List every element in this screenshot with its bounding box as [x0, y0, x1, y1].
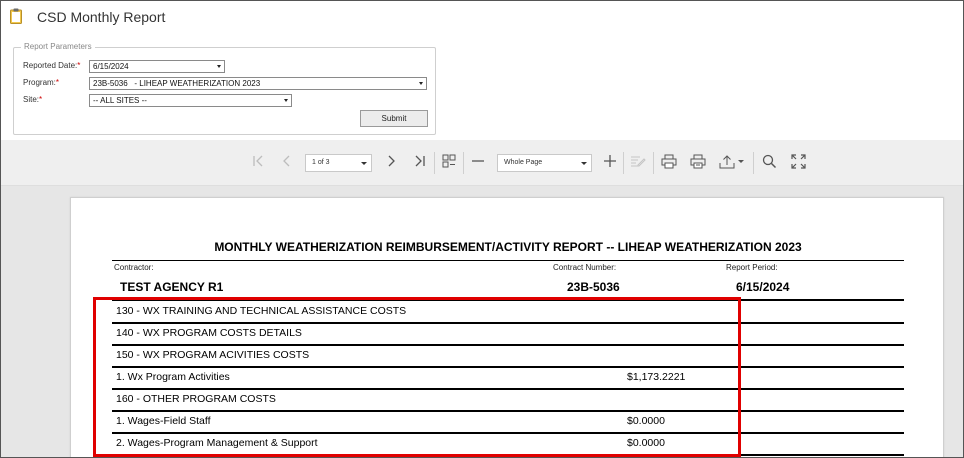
search-icon[interactable] [760, 154, 778, 172]
export-icon[interactable] [719, 154, 745, 172]
window-frame: CSD Monthly Report Report Parameters Rep… [0, 0, 964, 458]
chevron-down-icon [217, 65, 221, 68]
highlight-box [93, 297, 741, 457]
zoom-in-icon[interactable] [601, 154, 619, 172]
toolbar-separator [753, 152, 754, 174]
thumbnails-icon[interactable] [440, 154, 458, 172]
chevron-down-icon [419, 82, 423, 85]
viewer-toolbar: 1 of 3 Whole Page [1, 140, 963, 186]
program-select[interactable]: 23B-5036 - LIHEAP WEATHERIZATION 2023 [89, 77, 427, 90]
edit-form-icon[interactable] [629, 154, 647, 172]
report-title: MONTHLY WEATHERIZATION REIMBURSEMENT/ACT… [214, 240, 802, 254]
zoom-out-icon[interactable] [469, 154, 487, 172]
last-page-icon[interactable] [411, 154, 429, 172]
next-page-icon[interactable] [382, 154, 400, 172]
toolbar-separator [434, 152, 435, 174]
zoom-select[interactable]: Whole Page [497, 154, 592, 172]
prev-page-icon[interactable] [278, 154, 296, 172]
fullscreen-icon[interactable] [789, 154, 807, 172]
site-select[interactable]: -- ALL SITES -- [89, 94, 292, 107]
chevron-down-icon [284, 99, 288, 102]
page-select[interactable]: 1 of 3 [305, 154, 372, 172]
submit-button[interactable]: Submit [360, 110, 428, 127]
chevron-down-icon [581, 162, 587, 165]
report-parameters-panel: Report Parameters Reported Date:* 6/15/2… [13, 42, 436, 135]
contractor-value: TEST AGENCY R1 [120, 280, 224, 294]
reported-date-select[interactable]: 6/15/2024 [89, 60, 225, 73]
report-parameters-legend: Report Parameters [21, 42, 95, 51]
toolbar-separator [653, 152, 654, 174]
toolbar-separator [463, 152, 464, 174]
site-label: Site:* [23, 95, 43, 104]
program-label: Program:* [23, 78, 60, 87]
app-title: CSD Monthly Report [37, 9, 166, 25]
app-header: CSD Monthly Report [1, 1, 963, 37]
contract-number-label: Contract Number: [553, 263, 617, 272]
report-period-label: Report Period: [726, 263, 778, 272]
toolbar-separator [623, 152, 624, 174]
print-page-icon[interactable] [689, 154, 707, 172]
reported-date-label: Reported Date:* [23, 61, 81, 70]
contractor-label: Contractor: [114, 263, 154, 272]
contract-number-value: 23B-5036 [567, 280, 620, 294]
divider [112, 260, 904, 261]
chevron-down-icon [361, 162, 367, 165]
report-period-value: 6/15/2024 [736, 280, 790, 294]
print-icon[interactable] [660, 154, 678, 172]
first-page-icon[interactable] [249, 154, 267, 172]
clipboard-icon [10, 8, 22, 24]
